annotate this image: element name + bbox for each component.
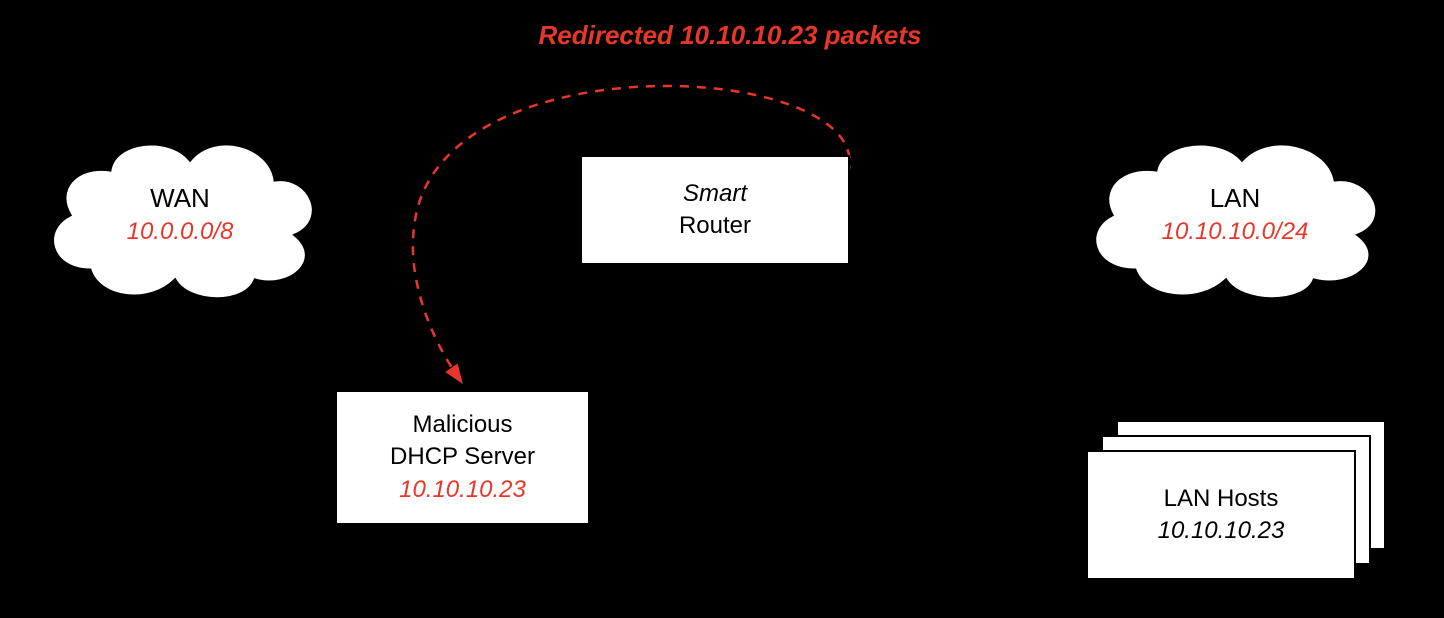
wan-cloud: WAN 10.0.0.0/8 xyxy=(30,120,330,310)
wan-title: WAN xyxy=(127,181,234,216)
lan-cloud: LAN 10.10.10.0/24 xyxy=(1070,120,1400,310)
hosts-ip: 10.10.10.23 xyxy=(1158,515,1285,547)
dhcp-node: Malicious DHCP Server 10.10.10.23 xyxy=(335,390,590,525)
dhcp-line1: Malicious xyxy=(412,409,512,441)
dhcp-line2: DHCP Server xyxy=(390,441,535,473)
hosts-node: LAN Hosts 10.10.10.23 xyxy=(1086,450,1356,580)
diagram-canvas: Redirected 10.10.10.23 packets WAN 10.0.… xyxy=(0,0,1444,618)
router-line2: Router xyxy=(679,212,751,239)
dhcp-ip: 10.10.10.23 xyxy=(399,474,526,506)
router-line1: Smart xyxy=(683,180,747,207)
annotation-redirected: Redirected 10.10.10.23 packets xyxy=(470,20,990,51)
router-node: Smart Router xyxy=(580,155,850,265)
wan-ip: 10.0.0.0/8 xyxy=(127,216,234,248)
lan-ip: 10.10.10.0/24 xyxy=(1162,216,1309,248)
annotation-text: Redirected 10.10.10.23 packets xyxy=(538,20,921,50)
lan-title: LAN xyxy=(1162,181,1309,216)
hosts-title: LAN Hosts xyxy=(1164,483,1279,515)
